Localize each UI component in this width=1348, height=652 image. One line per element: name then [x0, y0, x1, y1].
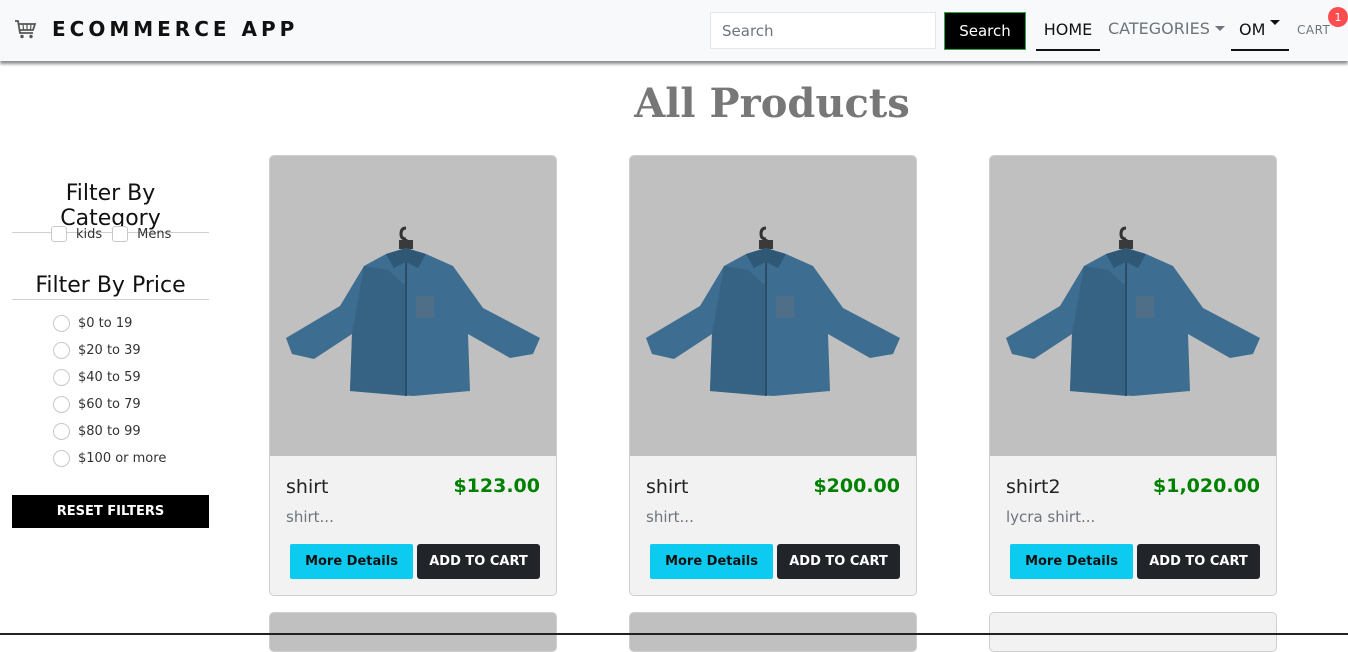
price-option[interactable]: $60 to 79	[53, 396, 141, 413]
product-image[interactable]	[270, 156, 556, 456]
product-price: $123.00	[453, 475, 540, 497]
product-card	[269, 612, 557, 652]
more-details-button[interactable]: More Details	[650, 544, 773, 579]
product-description: shirt...	[646, 508, 694, 526]
product-image[interactable]	[630, 156, 916, 456]
chevron-down-icon	[1214, 26, 1225, 31]
price-option[interactable]: $40 to 59	[53, 369, 141, 386]
category-label: kids	[76, 226, 103, 242]
nav-home-link[interactable]: HOME	[1036, 18, 1100, 51]
category-checkbox-kids[interactable]	[51, 226, 67, 242]
product-card: shirt2 $1,020.00 lycra shirt... More Det…	[989, 155, 1277, 596]
product-name: shirt2	[1006, 476, 1061, 498]
product-name: shirt	[286, 476, 329, 498]
add-to-cart-button[interactable]: ADD TO CART	[1137, 544, 1260, 579]
product-name: shirt	[646, 476, 689, 498]
nav-user-dropdown[interactable]: OM	[1231, 17, 1289, 51]
nav-categories-dropdown[interactable]: CATEGORIES	[1108, 19, 1225, 38]
brand-name: ECOMMERCE APP	[52, 17, 299, 41]
filter-price-heading: Filter By Price	[12, 273, 209, 300]
shopping-cart-icon	[15, 20, 37, 39]
shirt-image-icon	[286, 226, 540, 396]
product-image[interactable]	[990, 156, 1276, 456]
price-option[interactable]: $80 to 99	[53, 423, 141, 440]
product-card	[989, 612, 1277, 652]
more-details-button[interactable]: More Details	[1010, 544, 1133, 579]
price-label: $100 or more	[78, 451, 167, 466]
shirt-image-icon	[1006, 226, 1260, 396]
price-option[interactable]: $0 to 19	[53, 315, 132, 332]
search-input[interactable]: Search	[710, 12, 936, 49]
price-label: $80 to 99	[78, 424, 141, 439]
search-placeholder: Search	[722, 21, 774, 40]
nav-user-label: OM	[1239, 20, 1266, 39]
price-radio[interactable]	[53, 450, 70, 467]
chevron-down-icon	[1270, 20, 1281, 25]
cart-count-badge: 1	[1328, 7, 1348, 27]
category-checkbox-mens[interactable]	[112, 226, 129, 242]
navbar: ECOMMERCE APP Search Search HOME CATEGOR…	[0, 0, 1348, 61]
add-to-cart-button[interactable]: ADD TO CART	[777, 544, 900, 579]
price-label: $40 to 59	[78, 370, 141, 385]
product-description: shirt...	[286, 508, 334, 526]
product-price: $1,020.00	[1153, 475, 1260, 497]
product-description: lycra shirt...	[1006, 508, 1096, 526]
price-radio[interactable]	[53, 315, 70, 332]
page-title: All Products	[634, 80, 910, 127]
price-radio[interactable]	[53, 369, 70, 386]
product-card	[629, 612, 917, 652]
price-radio[interactable]	[53, 342, 70, 359]
price-label: $20 to 39	[78, 343, 141, 358]
price-label: $60 to 79	[78, 397, 141, 412]
more-details-button[interactable]: More Details	[290, 544, 413, 579]
brand[interactable]: ECOMMERCE APP	[14, 17, 298, 41]
search-button[interactable]: Search	[944, 12, 1026, 50]
product-card: shirt $123.00 shirt... More Details ADD …	[269, 155, 557, 596]
shirt-image-icon	[646, 226, 900, 396]
price-radio[interactable]	[53, 396, 70, 413]
price-label: $0 to 19	[78, 316, 133, 331]
add-to-cart-button[interactable]: ADD TO CART	[417, 544, 540, 579]
price-radio[interactable]	[53, 423, 70, 440]
price-option[interactable]: $20 to 39	[53, 342, 141, 359]
product-card: shirt $200.00 shirt... More Details ADD …	[629, 155, 917, 596]
price-option[interactable]: $100 or more	[53, 450, 166, 467]
reset-filters-button[interactable]: RESET FILTERS	[12, 495, 209, 528]
nav-categories-label: CATEGORIES	[1108, 19, 1210, 38]
nav-cart-link[interactable]: CART	[1297, 23, 1330, 37]
category-label: Mens	[137, 226, 172, 242]
category-filter-list: kids Mens	[51, 226, 181, 242]
product-price: $200.00	[813, 475, 900, 497]
